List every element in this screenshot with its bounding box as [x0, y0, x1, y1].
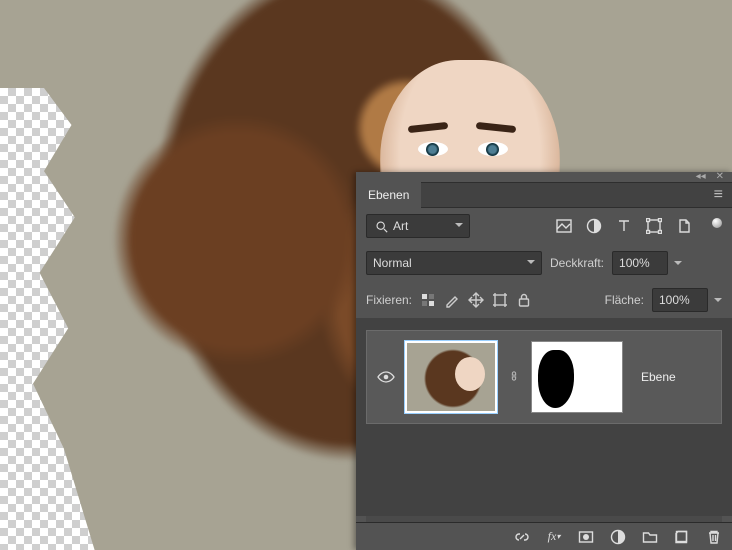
portrait-iris	[426, 143, 439, 156]
opacity-label: Deckkraft:	[550, 256, 604, 270]
lock-artboard-icon[interactable]	[492, 292, 508, 308]
opacity-dropdown[interactable]: 100%	[612, 251, 668, 275]
layer-list[interactable]: Ebene	[356, 318, 732, 516]
adjustment-filter-icon[interactable]	[586, 218, 602, 234]
opacity-value: 100%	[619, 256, 650, 270]
new-layer-icon[interactable]	[674, 529, 690, 545]
fill-dropdown[interactable]: 100%	[652, 288, 708, 312]
filter-row: Art	[356, 208, 732, 244]
smartobject-filter-icon[interactable]	[676, 218, 692, 234]
blend-row: Normal Deckkraft: 100%	[356, 244, 732, 281]
chevron-down-icon	[455, 221, 463, 232]
panel-tabbar: Ebenen ≡	[356, 182, 732, 208]
close-icon[interactable]: ✕	[716, 172, 724, 182]
add-mask-icon[interactable]	[578, 529, 594, 545]
portrait-iris	[486, 143, 499, 156]
lock-paint-icon[interactable]	[444, 292, 460, 308]
layer-row[interactable]: Ebene	[366, 330, 722, 424]
filter-toggle-icon[interactable]	[712, 218, 722, 228]
image-filter-icon[interactable]	[556, 218, 572, 234]
panel-menu-icon[interactable]: ≡	[706, 186, 732, 204]
mask-link-icon[interactable]	[507, 369, 521, 386]
lock-row: Fixieren: Fläche: 100%	[356, 281, 732, 318]
lock-all-icon[interactable]	[516, 292, 532, 308]
layer-mask-thumbnail[interactable]	[531, 341, 623, 413]
layer-thumbnail[interactable]	[405, 341, 497, 413]
layer-filter-dropdown[interactable]: Art	[366, 214, 470, 238]
search-icon	[373, 218, 389, 234]
panel-footer: fx▾	[356, 522, 732, 550]
new-adjustment-icon[interactable]	[610, 529, 626, 545]
layers-panel: ◂◂ ✕ Ebenen ≡ Art Normal Deckkraft:	[356, 172, 732, 550]
collapse-icon[interactable]: ◂◂	[696, 172, 706, 182]
layer-name[interactable]: Ebene	[641, 370, 676, 384]
layer-filter-label: Art	[393, 219, 408, 233]
layer-fx-icon[interactable]: fx▾	[546, 529, 562, 545]
fill-label: Fläche:	[605, 293, 644, 307]
new-group-icon[interactable]	[642, 529, 658, 545]
link-layers-icon[interactable]	[514, 529, 530, 545]
filter-iconbar	[556, 218, 722, 234]
lock-move-icon[interactable]	[468, 292, 484, 308]
chevron-down-icon	[527, 258, 535, 269]
lock-transparency-icon[interactable]	[420, 292, 436, 308]
blend-mode-dropdown[interactable]: Normal	[366, 251, 542, 275]
delete-layer-icon[interactable]	[706, 529, 722, 545]
lock-label: Fixieren:	[366, 293, 412, 307]
chevron-down-icon[interactable]	[674, 256, 682, 270]
type-filter-icon[interactable]	[616, 218, 632, 234]
panel-window-controls: ◂◂ ✕	[356, 172, 732, 182]
blend-mode-value: Normal	[373, 256, 412, 270]
tab-layers[interactable]: Ebenen	[356, 182, 421, 208]
shape-filter-icon[interactable]	[646, 218, 662, 234]
visibility-toggle-icon[interactable]	[377, 370, 395, 384]
fill-value: 100%	[659, 293, 690, 307]
chevron-down-icon[interactable]	[714, 293, 722, 307]
